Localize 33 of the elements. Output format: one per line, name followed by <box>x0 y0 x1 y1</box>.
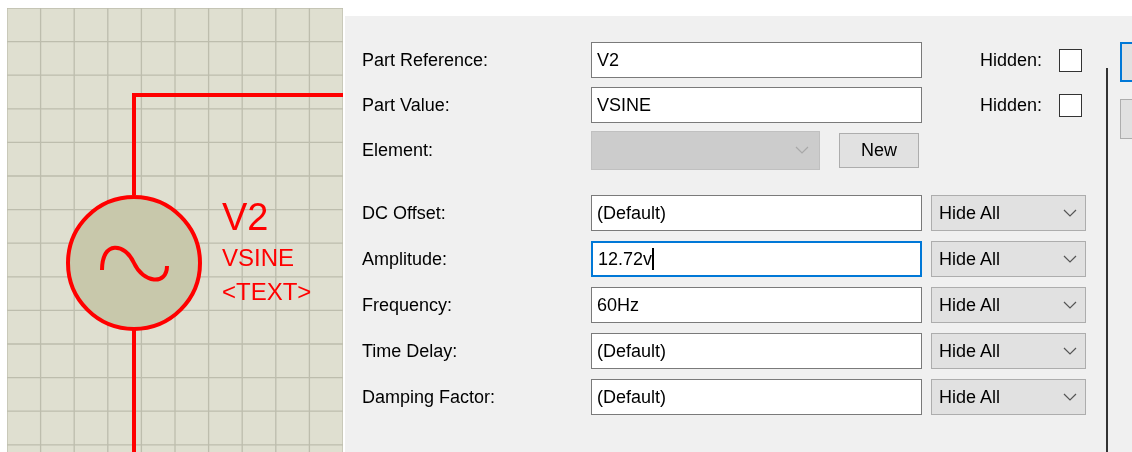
chevron-down-icon <box>1063 393 1077 401</box>
field-label: Time Delay: <box>362 340 459 362</box>
hidden-checkbox[interactable] <box>1059 93 1082 117</box>
chevron-down-icon <box>1063 301 1077 309</box>
visibility-dropdown[interactable]: Hide All <box>931 195 1086 231</box>
part-text-label: <TEXT> <box>222 280 312 304</box>
field-label: Damping Factor: <box>362 386 497 408</box>
text-field[interactable]: 12.72v <box>591 241 922 277</box>
chevron-down-icon <box>1063 255 1077 263</box>
chevron-down-icon <box>1063 209 1077 217</box>
field-label: Amplitude: <box>362 248 449 270</box>
part-reference-label: V2 <box>222 198 269 236</box>
text-field[interactable]: VSINE <box>591 87 922 123</box>
visibility-dropdown[interactable]: Hide All <box>931 333 1086 369</box>
field-label: Part Reference: <box>362 49 490 71</box>
text-field[interactable]: V2 <box>591 42 922 78</box>
chevron-down-icon <box>795 146 809 154</box>
hidden-label: Hidden: <box>980 49 1044 71</box>
text-field[interactable]: (Default) <box>591 379 922 415</box>
part-value-label: VSINE <box>222 246 295 270</box>
text-field[interactable]: (Default) <box>591 195 922 231</box>
visibility-dropdown[interactable]: Hide All <box>931 287 1086 323</box>
text-field[interactable]: 60Hz <box>591 287 922 323</box>
field-label: Part Value: <box>362 94 451 116</box>
field-label: Frequency: <box>362 294 454 316</box>
field-label: Element: <box>362 139 435 161</box>
hidden-label: Hidden: <box>980 94 1044 116</box>
field-label: DC Offset: <box>362 202 447 224</box>
visibility-dropdown[interactable]: Hide All <box>931 241 1086 277</box>
hidden-checkbox[interactable] <box>1059 48 1082 72</box>
chevron-down-icon <box>1063 347 1077 355</box>
text-field[interactable]: (Default) <box>591 333 922 369</box>
visibility-dropdown[interactable]: Hide All <box>931 379 1086 415</box>
